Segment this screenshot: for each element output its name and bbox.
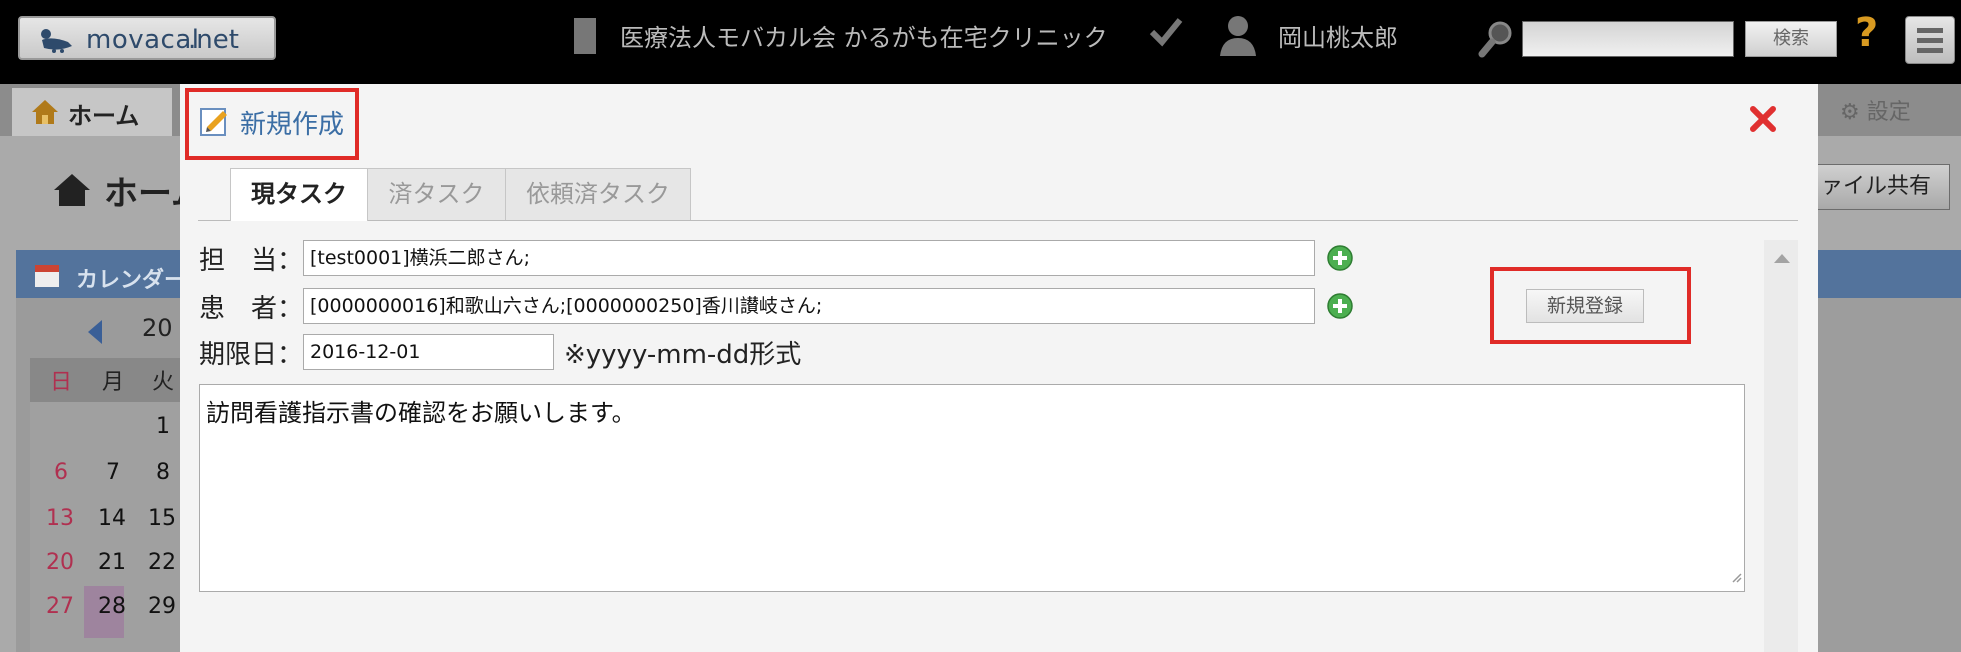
assignee-field[interactable]: [test0001]横浜二郎さん; — [303, 240, 1315, 276]
calendar-day[interactable]: 27 — [46, 594, 74, 619]
calendar-title: カレンダー — [76, 268, 187, 293]
search-button[interactable]: 検索 — [1745, 21, 1837, 57]
logo-text: movacal — [86, 25, 200, 55]
calendar-day[interactable]: 21 — [98, 550, 126, 575]
bird-logo-icon — [38, 26, 76, 58]
right-panel — [1818, 250, 1961, 652]
calendar-icon — [34, 262, 60, 292]
calendar-weekday: 月 — [102, 370, 125, 395]
logo-text-suffix: .net — [188, 25, 239, 55]
add-patient-icon[interactable] — [1326, 292, 1354, 324]
due-date-hint: ※yyyy-mm-dd形式 — [564, 340, 802, 370]
close-icon[interactable] — [1748, 104, 1778, 138]
tab-current-tasks[interactable]: 現タスク — [230, 168, 368, 221]
user-name[interactable]: 岡山桃太郎 — [1278, 18, 1398, 53]
calendar-day[interactable]: 1 — [156, 414, 170, 439]
calendar-year: 20 — [142, 314, 173, 342]
patient-field[interactable]: [0000000016]和歌山六さん;[0000000250]香川讃岐さん; — [303, 288, 1315, 324]
highlight-title — [185, 88, 359, 160]
calendar-day[interactable]: 15 — [148, 506, 176, 531]
resize-handle-icon[interactable] — [1730, 561, 1742, 589]
scroll-up-icon[interactable] — [1774, 254, 1790, 263]
nav-home-tab[interactable]: ホーム — [12, 88, 172, 136]
search-input[interactable] — [1522, 21, 1734, 57]
search-icon — [1478, 20, 1514, 62]
calendar-day[interactable]: 29 — [148, 594, 176, 619]
right-panel-header — [1818, 250, 1961, 298]
gear-icon: ⚙ — [1840, 100, 1860, 125]
tabs-divider — [198, 220, 1798, 221]
highlight-register — [1490, 267, 1691, 344]
user-icon — [1218, 14, 1258, 60]
due-date-label: 期限日： — [199, 340, 304, 370]
calendar-weekday: 火 — [152, 370, 175, 395]
home-title-icon — [52, 172, 92, 212]
clinic-name: 医療法人モバカル会 かるがも在宅クリニック — [620, 24, 1108, 52]
menu-icon[interactable] — [1905, 16, 1955, 64]
scrollbar[interactable] — [1764, 240, 1798, 652]
calendar-day[interactable]: 20 — [46, 550, 74, 575]
building-icon — [574, 18, 596, 54]
add-assignee-icon[interactable] — [1326, 244, 1354, 276]
due-date-field[interactable]: 2016-12-01 — [303, 334, 554, 370]
memo-textarea[interactable]: 訪問看護指示書の確認をお願いします。 — [199, 384, 1745, 592]
house-icon — [30, 98, 60, 130]
patient-label: 患 者： — [199, 294, 304, 324]
calendar-day[interactable]: 6 — [54, 460, 68, 485]
calendar-prev-icon[interactable] — [88, 320, 102, 344]
calendar-day[interactable]: 13 — [46, 506, 74, 531]
calendar-weekday: 日 — [50, 370, 73, 395]
help-icon[interactable]: ? — [1855, 10, 1878, 56]
movacal-logo[interactable]: movacal .net — [18, 16, 276, 60]
nav-home-label: ホーム — [68, 102, 140, 130]
check-icon[interactable] — [1148, 14, 1184, 54]
tab-requested-tasks[interactable]: 依頼済タスク — [505, 168, 691, 220]
tab-done-tasks[interactable]: 済タスク — [367, 168, 506, 220]
calendar-day[interactable]: 14 — [98, 506, 126, 531]
calendar-day[interactable]: 28 — [98, 594, 126, 619]
assignee-label: 担 当： — [199, 246, 304, 276]
calendar-day[interactable]: 8 — [156, 460, 170, 485]
nav-settings[interactable]: ⚙ 設定 — [1840, 94, 1911, 126]
calendar-day[interactable]: 7 — [106, 460, 120, 485]
memo-text: 訪問看護指示書の確認をお願いします。 — [206, 399, 636, 427]
calendar-day[interactable]: 22 — [148, 550, 176, 575]
nav-settings-label: 設定 — [1866, 100, 1911, 125]
